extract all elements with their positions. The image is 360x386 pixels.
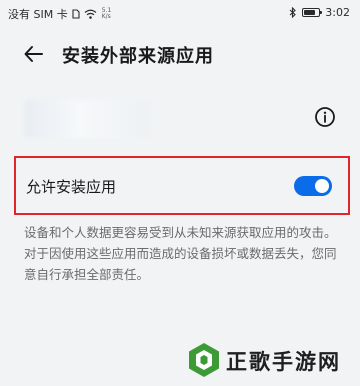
speed-unit: K/s: [101, 13, 111, 20]
clock: 3:02: [325, 6, 350, 19]
wifi-icon: [84, 9, 97, 19]
status-bar: 没有 SIM 卡 5.1 K/s 3:02: [0, 0, 360, 26]
carrier-label: 没有 SIM 卡: [8, 8, 68, 21]
page-title: 安装外部来源应用: [62, 46, 214, 67]
blurred-app-name: [24, 100, 150, 138]
watermark-text: 正歌手游网: [226, 350, 341, 374]
info-icon[interactable]: [314, 106, 336, 128]
network-speed: 5.1 K/s: [102, 8, 112, 20]
allow-install-switch[interactable]: [294, 176, 332, 196]
battery-icon: [302, 8, 323, 17]
watermark-logo: [189, 343, 219, 377]
sim-icon: [72, 9, 80, 19]
allow-install-row[interactable]: 允许安装应用: [14, 156, 350, 215]
app-info-row: [0, 92, 360, 144]
bluetooth-icon: [289, 7, 297, 18]
status-left: 没有 SIM 卡 5.1 K/s: [8, 6, 111, 22]
allow-install-label: 允许安装应用: [26, 178, 117, 196]
page-header: 安装外部来源应用: [0, 34, 360, 74]
status-right: 3:02: [289, 6, 350, 19]
switch-knob: [315, 179, 329, 193]
battery-fill: [304, 10, 315, 15]
warning-text: 设备和个人数据更容易受到从未知来源获取应用的攻击。对于因使用这些应用而造成的设备…: [24, 225, 337, 282]
back-arrow-icon[interactable]: [22, 42, 46, 66]
